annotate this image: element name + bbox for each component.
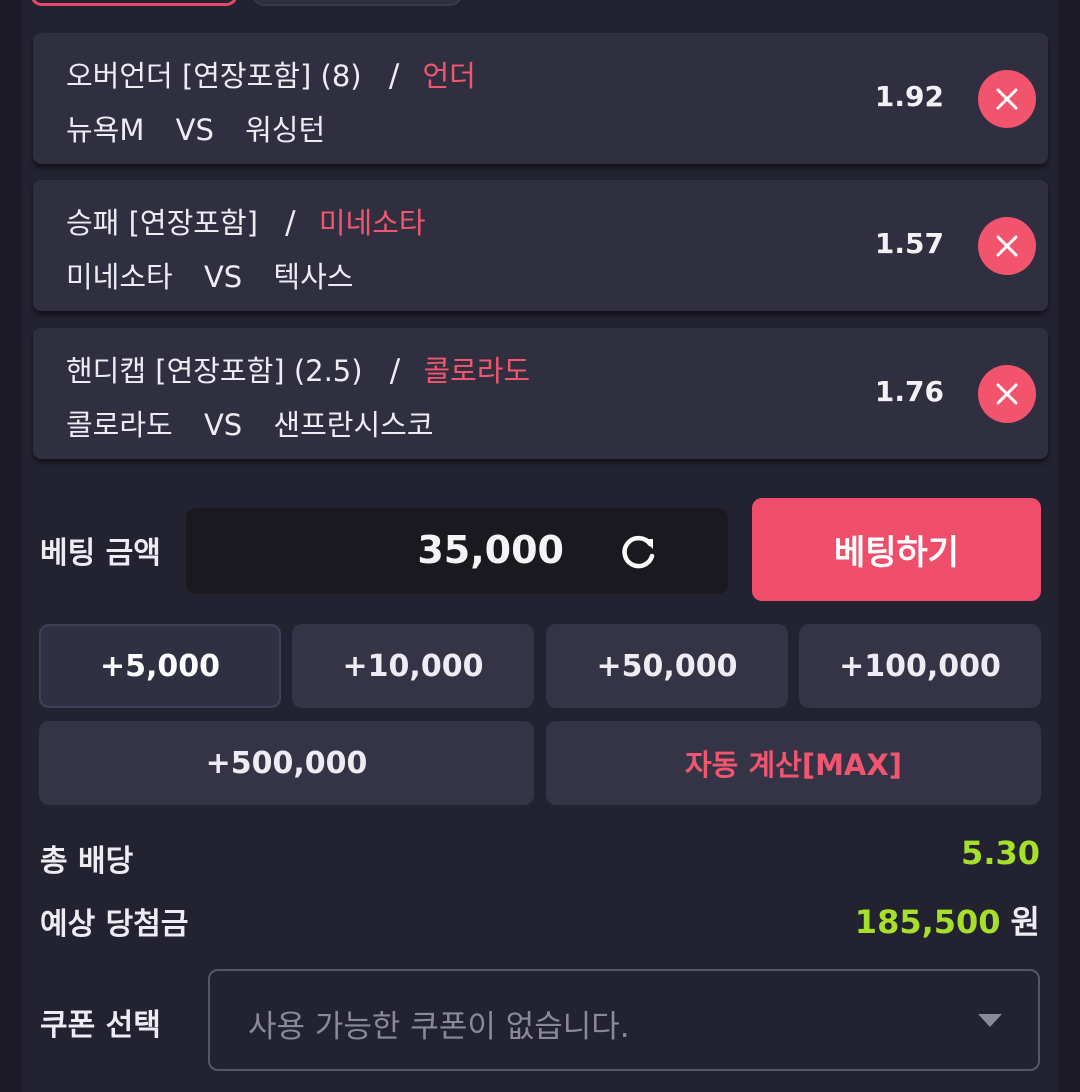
home-team: 콜로라도 bbox=[66, 408, 173, 442]
bet-match-line: 미네소타 VS 텍사스 bbox=[66, 254, 353, 296]
coupon-label: 쿠폰 선택 bbox=[40, 1008, 161, 1043]
close-icon bbox=[996, 383, 1018, 405]
away-team: 텍사스 bbox=[273, 260, 354, 294]
expected-win-label: 예상 당첨금 bbox=[40, 907, 189, 942]
add-10000-button[interactable]: +10,000 bbox=[292, 624, 534, 708]
bet-pick: 언더 bbox=[422, 59, 476, 93]
vs-label: VS bbox=[203, 408, 243, 442]
place-bet-button[interactable]: 베팅하기 bbox=[752, 498, 1041, 601]
bet-separator: / bbox=[388, 58, 400, 94]
bet-separator: / bbox=[389, 353, 401, 389]
away-team: 워싱턴 bbox=[245, 113, 326, 147]
vs-label: VS bbox=[203, 260, 243, 294]
remove-bet-button[interactable] bbox=[978, 217, 1036, 275]
bet-item: 오버언더 [연장포함] (8) / 언더 뉴욕M VS 워싱턴 1.92 bbox=[33, 33, 1048, 164]
bet-market: 승패 [연장포함] bbox=[66, 206, 258, 240]
coupon-select[interactable]: 사용 가능한 쿠폰이 없습니다. bbox=[208, 969, 1040, 1071]
add-5000-button[interactable]: +5,000 bbox=[39, 624, 281, 708]
vs-label: VS bbox=[175, 113, 214, 147]
add-100000-button[interactable]: +100,000 bbox=[799, 624, 1041, 708]
away-team: 샌프란시스코 bbox=[273, 408, 434, 442]
bet-market-line: 핸디캡 [연장포함] (2.5) / 콜로라도 bbox=[66, 348, 530, 390]
bet-separator: / bbox=[285, 205, 296, 241]
refresh-icon[interactable] bbox=[616, 530, 660, 574]
tab-inactive[interactable] bbox=[252, 0, 462, 6]
close-icon bbox=[996, 235, 1018, 257]
add-500000-button[interactable]: +500,000 bbox=[39, 721, 534, 805]
currency-unit: 원 bbox=[1010, 903, 1040, 941]
home-team: 뉴욕M bbox=[66, 113, 145, 147]
total-odds-value: 5.30 bbox=[961, 834, 1040, 872]
expected-win-value: 185,500 bbox=[854, 903, 1001, 941]
bet-amount-label: 베팅 금액 bbox=[40, 536, 161, 571]
chevron-down-icon bbox=[978, 1014, 1002, 1027]
bet-pick: 콜로라도 bbox=[423, 354, 531, 388]
bet-param: (8) bbox=[320, 59, 362, 93]
bet-market-line: 오버언더 [연장포함] (8) / 언더 bbox=[66, 53, 476, 95]
auto-calc-max-button[interactable]: 자동 계산[MAX] bbox=[546, 721, 1041, 805]
bet-item: 승패 [연장포함] / 미네소타 미네소타 VS 텍사스 1.57 bbox=[33, 180, 1048, 311]
bet-odds: 1.76 bbox=[874, 375, 944, 408]
remove-bet-button[interactable] bbox=[978, 365, 1036, 423]
bet-odds: 1.57 bbox=[874, 227, 944, 260]
expected-win-row: 185,500 원 bbox=[855, 897, 1040, 943]
bet-param: (2.5) bbox=[293, 354, 363, 388]
bet-market-line: 승패 [연장포함] / 미네소타 bbox=[66, 200, 426, 242]
coupon-placeholder: 사용 가능한 쿠폰이 없습니다. bbox=[248, 1009, 630, 1045]
bet-amount-input[interactable]: 35,000 bbox=[186, 508, 728, 594]
remove-bet-button[interactable] bbox=[978, 70, 1036, 128]
add-50000-button[interactable]: +50,000 bbox=[546, 624, 788, 708]
bet-odds: 1.92 bbox=[874, 80, 944, 113]
bet-match-line: 콜로라도 VS 샌프란시스코 bbox=[66, 402, 434, 444]
close-icon bbox=[996, 88, 1018, 110]
bet-item: 핸디캡 [연장포함] (2.5) / 콜로라도 콜로라도 VS 샌프란시스코 1… bbox=[33, 328, 1048, 459]
bet-market: 핸디캡 [연장포함] bbox=[66, 354, 285, 388]
bet-amount-value: 35,000 bbox=[417, 528, 564, 572]
total-odds-label: 총 배당 bbox=[40, 844, 134, 879]
bet-market: 오버언더 [연장포함] bbox=[66, 59, 312, 93]
home-team: 미네소타 bbox=[66, 260, 173, 294]
tab-active[interactable] bbox=[30, 0, 238, 6]
bet-pick: 미네소타 bbox=[318, 206, 426, 240]
bet-match-line: 뉴욕M VS 워싱턴 bbox=[66, 107, 325, 149]
